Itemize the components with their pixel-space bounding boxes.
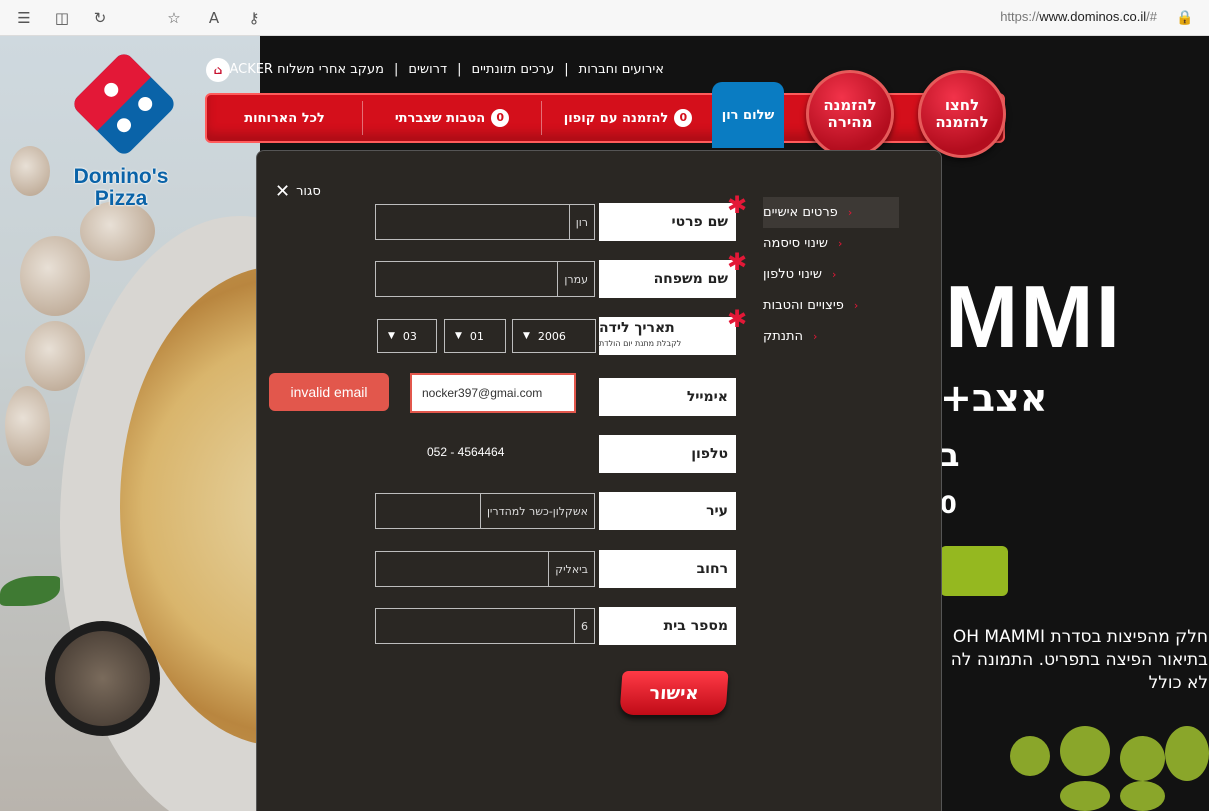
first-name-label: שם פרטי [599,203,736,241]
nutrition-link[interactable]: ערכים תזונתיים [463,62,562,77]
benefits-count-badge: 0 [491,109,510,127]
city-label: עיר [599,492,736,530]
close-icon: ✕ [275,181,291,202]
site-area: Domino's Pizza ⌂ אירועים וחברות | ערכים ת… [0,36,1209,811]
url-domain: www.dominos.co.il [1039,9,1147,24]
accumulated-benefits-button[interactable]: 0 הטבות שצברתי [363,95,541,141]
top-links: אירועים וחברות | ערכים תזונתיים | דרושים… [205,56,765,82]
refresh-icon[interactable]: ↻ [90,8,110,28]
personal-details-modal: סגור ✕ ‹ פרטים אישיים ‹ שינוי סיסמה ‹ שינוי … [256,150,942,811]
browser-toolbar: ☰ ◫ ↻ ☆ A ⚷ https://www.dominos.co.il/# … [0,0,1209,36]
address-bar[interactable]: https://www.dominos.co.il/# [1000,9,1157,24]
street-row: ביאליק רחוב [257,550,943,590]
quick-order-button[interactable]: להזמנה מהירה [806,70,894,158]
split-screen-icon[interactable]: ◫ [52,8,72,28]
required-star-icon: ✱ [727,248,748,276]
decorative-circle [1010,736,1050,776]
decorative-circle [1120,781,1165,811]
house-number-label: מספר בית [599,607,736,645]
mushroom-image [10,146,50,196]
lock-icon[interactable]: 🔒 [1175,8,1195,28]
birth-date-row: ▼ 03 ▼ 01 ▼ 2006 תאריך לידה לקבלת מתנת יום … [257,307,943,357]
birth-month-select[interactable]: ▼ 01 [444,319,506,353]
chevron-down-icon: ▼ [388,331,395,341]
first-name-row: רון שם פרטי ✱ [257,193,943,243]
all-meals-button[interactable]: לכל הארוחות [207,95,362,141]
birth-date-label: תאריך לידה לקבלת מתנת יום הולדת [599,317,736,355]
mushroom-image [25,321,85,391]
mushroom-image [5,386,50,466]
user-greeting-tab[interactable]: שלום רון [712,82,784,148]
submit-button[interactable]: אישור [619,671,729,715]
promo-headline: MMI [945,267,1123,366]
chevron-left-icon: ‹ [853,299,859,312]
phone-value: 052 - 4564464 [427,445,505,459]
birth-day-select[interactable]: ▼ 03 [377,319,437,353]
house-number-row: 6 מספר בית [257,607,943,647]
first-name-field[interactable]: רון [375,204,595,240]
decorative-circle [1060,781,1110,811]
tracker-link[interactable]: מעקב אחרי משלוח TRACKER [205,62,392,77]
decorative-circle [1060,726,1110,776]
click-to-order-button[interactable]: לחצו להזמנה [918,70,1006,158]
email-field[interactable]: nocker397@gmai.com [410,373,576,413]
mushroom-image [20,236,90,316]
favorite-star-icon[interactable]: ☆ [164,8,184,28]
city-row: אשקלון-כשר למהדרין עיר [257,492,943,532]
house-number-field[interactable]: 6 [375,608,595,644]
email-row: invalid email nocker397@gmai.com אימייל [257,373,943,417]
chevron-down-icon: ▼ [455,331,462,341]
required-star-icon: ✱ [727,191,748,219]
house-number-value: 6 [574,609,594,643]
dominos-logo[interactable]: Domino's Pizza [66,50,178,216]
chevron-down-icon: ▼ [523,331,530,341]
decorative-circle [1120,736,1165,781]
first-name-value: רון [568,205,594,239]
city-value: אשקלון-כשר למהדרין [479,494,594,528]
favorites-list-icon[interactable]: ☰ [14,8,34,28]
promo-cta-button[interactable] [940,546,1008,596]
events-link[interactable]: אירועים וחברות [571,62,672,77]
email-error-badge: invalid email [269,373,389,411]
phone-label: טלפון [599,435,736,473]
close-button[interactable]: סגור ✕ [275,181,321,202]
street-value: ביאליק [548,552,594,586]
phone-row: 052 - 4564464 טלפון [257,435,943,477]
street-label: רחוב [599,550,736,588]
coupon-order-button[interactable]: 0 להזמנה עם קופון [542,95,714,141]
read-aloud-icon[interactable]: A [204,8,224,28]
birth-year-select[interactable]: ▼ 2006 [512,319,596,353]
last-name-field[interactable]: עמרן [375,261,595,297]
promo-line: +אצב [940,376,1048,420]
city-field[interactable]: אשקלון-כשר למהדרין [375,493,595,529]
last-name-label: שם משפחה [599,260,736,298]
promo-description: חלק מהפיצות בסדרת OH MAMMI בתיאור הפיצה … [950,627,1208,693]
logo-text: Domino's Pizza [73,165,169,210]
pepper-bowl-image [45,621,160,736]
decorative-circle [1165,726,1209,781]
email-label: אימייל [599,378,736,416]
jobs-link[interactable]: דרושים [400,62,455,77]
logo-dice-icon [70,50,178,158]
required-star-icon: ✱ [727,305,748,333]
url-suffix: /# [1146,9,1157,24]
key-icon[interactable]: ⚷ [244,8,264,28]
url-prefix: https:// [1000,9,1040,24]
last-name-value: עמרן [557,262,594,296]
last-name-row: עמרן שם משפחה ✱ [257,250,943,300]
street-field[interactable]: ביאליק [375,551,595,587]
coupon-count-badge: 0 [674,109,693,127]
